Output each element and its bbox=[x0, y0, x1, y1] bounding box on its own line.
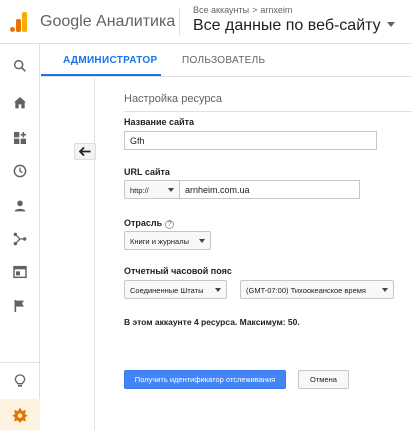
chevron-down-icon bbox=[199, 239, 205, 243]
conversions-icon[interactable] bbox=[12, 298, 28, 314]
protocol-select[interactable]: http:// bbox=[124, 180, 180, 199]
timezone-country-value: Соединенные Штаты bbox=[130, 286, 204, 295]
chevron-down-icon bbox=[386, 22, 395, 27]
timezone-zone-value: (GMT-07:00) Тихоокеанское время bbox=[246, 286, 366, 295]
breadcrumb[interactable]: Все аккаунты > arnxeim bbox=[193, 5, 292, 15]
property-limit-info: В этом аккаунте 4 ресурса. Максимум: 50. bbox=[124, 317, 300, 327]
chevron-down-icon bbox=[168, 188, 174, 192]
arrow-left-icon bbox=[79, 147, 91, 156]
timezone-country-select[interactable]: Соединенные Штаты bbox=[124, 280, 227, 299]
brand-name[interactable]: Google Аналитика bbox=[40, 13, 175, 31]
back-button[interactable] bbox=[74, 143, 96, 160]
breadcrumb-separator: > bbox=[252, 5, 258, 15]
customization-icon[interactable] bbox=[12, 130, 28, 146]
view-selector[interactable]: Все данные по веб-сайту bbox=[193, 17, 395, 35]
search-icon[interactable] bbox=[12, 58, 28, 74]
sidebar-divider bbox=[0, 362, 40, 363]
breadcrumb-all-accounts[interactable]: Все аккаунты bbox=[193, 5, 249, 15]
column-rail bbox=[94, 78, 95, 430]
site-url-input[interactable]: arnheim.com.ua bbox=[179, 180, 360, 199]
realtime-icon[interactable] bbox=[12, 163, 28, 179]
industry-label: Отрасль? bbox=[124, 218, 175, 229]
left-nav bbox=[0, 44, 40, 430]
site-name-label: Название сайта bbox=[124, 117, 195, 127]
admin-gear-icon[interactable] bbox=[12, 407, 28, 423]
industry-label-text: Отрасль bbox=[124, 218, 163, 228]
analytics-logo-icon[interactable] bbox=[10, 12, 28, 32]
admin-tabs: АДМИНИСТРАТОР ПОЛЬЗОВАТЕЛЬ bbox=[41, 44, 412, 77]
section-title: Настройка ресурса bbox=[124, 93, 223, 105]
site-url-label: URL сайта bbox=[124, 167, 170, 177]
get-tracking-id-button[interactable]: Получить идентификатор отслеживания bbox=[124, 370, 286, 389]
protocol-select-value: http:// bbox=[130, 186, 149, 195]
section-divider bbox=[124, 111, 412, 112]
view-selector-label: Все данные по веб-сайту bbox=[193, 17, 381, 34]
timezone-label: Отчетный часовой пояс bbox=[124, 266, 232, 276]
behavior-icon[interactable] bbox=[12, 264, 28, 280]
industry-select-value: Книги и журналы bbox=[130, 237, 190, 246]
industry-select[interactable]: Книги и журналы bbox=[124, 231, 211, 250]
breadcrumb-account[interactable]: arnxeim bbox=[260, 5, 292, 15]
active-tab-indicator bbox=[41, 74, 161, 76]
help-icon[interactable]: ? bbox=[165, 220, 175, 229]
tab-administrator[interactable]: АДМИНИСТРАТОР bbox=[63, 55, 157, 66]
top-header: Google Аналитика Все аккаунты > arnxeim Вс… bbox=[0, 0, 412, 44]
home-icon[interactable] bbox=[12, 95, 28, 111]
chevron-down-icon bbox=[382, 288, 388, 292]
audience-icon[interactable] bbox=[12, 198, 28, 214]
timezone-zone-select[interactable]: (GMT-07:00) Тихоокеанское время bbox=[240, 280, 394, 299]
tab-user[interactable]: ПОЛЬЗОВАТЕЛЬ bbox=[182, 55, 265, 66]
cancel-button[interactable]: Отмена bbox=[298, 370, 349, 389]
discover-icon[interactable] bbox=[12, 373, 28, 389]
chevron-down-icon bbox=[215, 288, 221, 292]
acquisition-icon[interactable] bbox=[12, 231, 28, 247]
header-divider bbox=[179, 8, 180, 36]
site-name-input[interactable]: Gfh bbox=[124, 131, 377, 150]
